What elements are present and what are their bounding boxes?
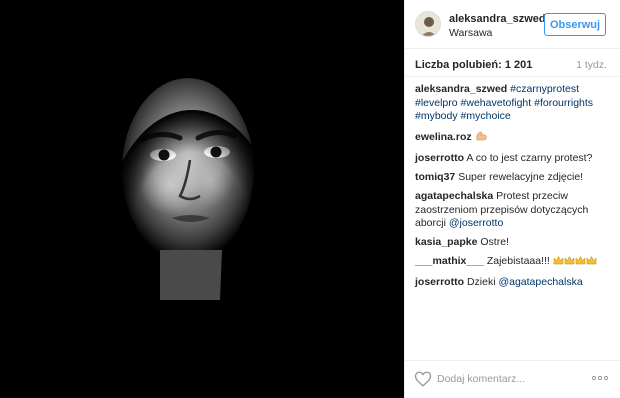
location-link[interactable]: Warsawa	[449, 27, 492, 39]
comment: joserrotto A co to jest czarny protest?	[415, 152, 615, 166]
post-header: aleksandra_szwed Warsawa Obserwuj	[405, 0, 620, 49]
hashtag-link[interactable]: #czarnyprotest	[510, 83, 579, 95]
comment-text: Dzieki	[466, 276, 496, 288]
follow-button[interactable]: Obserwuj	[544, 13, 606, 36]
mention-link[interactable]: @agatapechalska	[498, 276, 582, 288]
comment-username[interactable]: tomiq37	[415, 171, 455, 183]
comment-text: A co to jest czarny protest?	[466, 152, 593, 164]
comment-username[interactable]: kasia_papke	[415, 236, 477, 248]
add-comment-input[interactable]	[437, 370, 587, 388]
comment: ___mathix___ Zajebistaaa!!!	[415, 255, 615, 271]
hashtag-link[interactable]: #wehavetofight	[461, 97, 532, 109]
comment-text: Super rewelacyjne zdjęcie!	[458, 171, 584, 183]
comment-username[interactable]: ewelina.roz	[415, 131, 472, 143]
comments-list: aleksandra_szwed #czarnyprotest #levelpr…	[415, 83, 615, 295]
comment-username[interactable]: ___mathix___	[415, 255, 484, 267]
post-photo[interactable]	[0, 0, 404, 398]
comment-bar	[405, 360, 620, 398]
caption: aleksandra_szwed #czarnyprotest #levelpr…	[415, 83, 615, 124]
comment: joserrotto Dzieki @agatapechalska	[415, 276, 615, 290]
username-link[interactable]: aleksandra_szwed	[449, 13, 546, 25]
ellipsis-icon[interactable]	[591, 372, 609, 384]
comment: tomiq37 Super rewelacyjne zdjęcie!	[415, 171, 615, 185]
hashtag-link[interactable]: #mybody	[415, 110, 458, 122]
comment: ewelina.roz	[415, 129, 615, 147]
portrait-image	[0, 0, 404, 398]
hashtag-link[interactable]: #mychoice	[461, 110, 511, 122]
likes-count[interactable]: Liczba polubień: 1 201	[415, 59, 532, 71]
heart-outline-icon[interactable]	[414, 370, 432, 388]
caption-username[interactable]: aleksandra_szwed	[415, 83, 507, 95]
post-sidebar: aleksandra_szwed Warsawa Obserwuj Liczba…	[404, 0, 620, 398]
comment-username[interactable]: agatapechalska	[415, 190, 493, 202]
post-timestamp[interactable]: 1 tydz.	[576, 59, 607, 71]
comment: agatapechalska Protest przeciw zaostrzen…	[415, 190, 615, 231]
hashtag-link[interactable]: #forourrights	[534, 97, 593, 109]
comment-username[interactable]: joserrotto	[415, 276, 464, 288]
comment-text: Ostre!	[480, 236, 509, 248]
mention-link[interactable]: @joserrotto	[449, 217, 503, 229]
crown-emoji	[553, 255, 597, 271]
comment: kasia_papke Ostre!	[415, 236, 615, 250]
comment-username[interactable]: joserrotto	[415, 152, 464, 164]
hashtag-link[interactable]: #levelpro	[415, 97, 458, 109]
likes-section: Liczba polubień: 1 201 1 tydz.	[405, 49, 620, 77]
flexed-biceps-emoji	[475, 129, 488, 147]
comment-text: Zajebistaaa!!!	[486, 255, 550, 267]
avatar[interactable]	[415, 11, 441, 37]
